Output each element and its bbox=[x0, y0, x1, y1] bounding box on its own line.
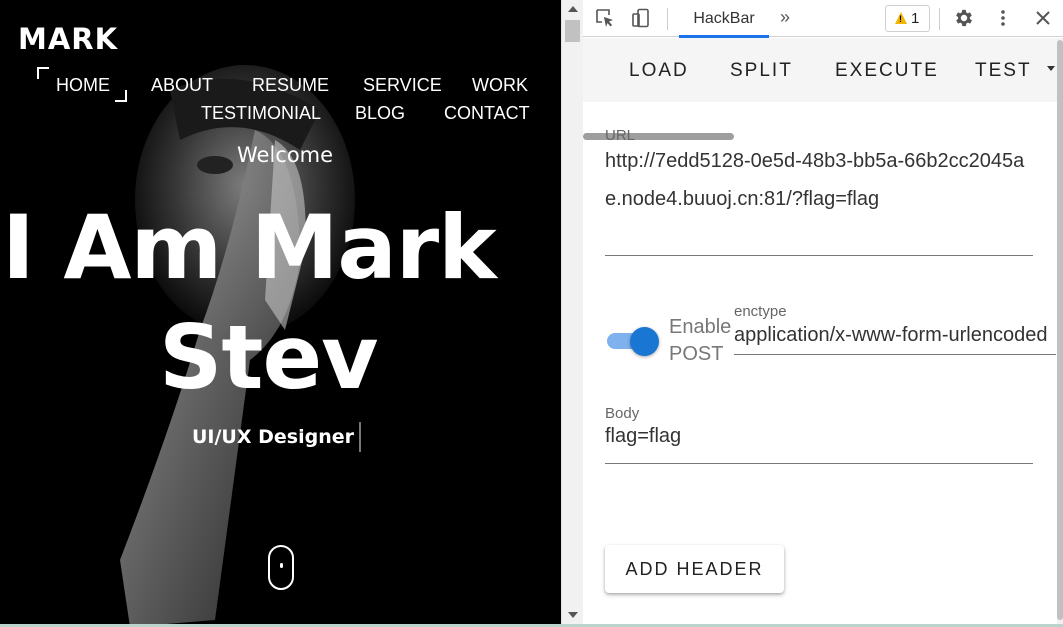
site-scrollbar[interactable] bbox=[561, 0, 583, 627]
nav-contact[interactable]: CONTACT bbox=[444, 103, 530, 124]
nav-resume[interactable]: RESUME bbox=[252, 75, 329, 96]
devtools-toolbar: HackBar » ! 1 bbox=[583, 0, 1063, 38]
typing-cursor bbox=[359, 422, 361, 452]
more-options-icon[interactable] bbox=[993, 8, 1013, 28]
inspect-element-icon[interactable] bbox=[595, 8, 615, 28]
url-input[interactable]: http://7edd5128-0e5d-48b3-bb5a-66b2cc204… bbox=[605, 142, 1035, 218]
body-input[interactable]: flag=flag bbox=[605, 425, 681, 448]
load-button[interactable]: LOAD bbox=[629, 60, 689, 82]
execute-button[interactable]: EXECUTE bbox=[835, 60, 939, 82]
device-toolbar-icon[interactable] bbox=[631, 8, 651, 28]
scroll-up-arrow-icon[interactable] bbox=[568, 6, 578, 12]
enable-post-toggle-knob[interactable] bbox=[630, 327, 659, 356]
enctype-select[interactable]: application/x-www-form-urlencoded bbox=[734, 324, 1056, 347]
toolbar-separator bbox=[939, 8, 940, 30]
hero-role-text: UI/UX Designer bbox=[192, 426, 354, 448]
nav-active-bracket-bottom-right bbox=[115, 90, 127, 102]
scrollbar-thumb[interactable] bbox=[565, 20, 580, 42]
warnings-badge[interactable]: ! 1 bbox=[885, 5, 930, 32]
nav-service[interactable]: SERVICE bbox=[363, 75, 442, 96]
split-button[interactable]: SPLIT bbox=[730, 60, 793, 82]
chevron-down-icon[interactable] bbox=[1047, 66, 1055, 71]
body-label: Body bbox=[605, 405, 640, 422]
nav-active-bracket-top-left bbox=[37, 67, 49, 79]
nav-work[interactable]: WORK bbox=[472, 75, 528, 96]
hero-welcome-text: Welcome bbox=[237, 143, 334, 167]
tab-hackbar[interactable]: HackBar bbox=[679, 0, 769, 38]
more-tabs-icon[interactable]: » bbox=[780, 7, 790, 28]
enctype-underline bbox=[734, 354, 1056, 355]
panel-scrollbar[interactable] bbox=[1057, 38, 1063, 627]
warning-count: 1 bbox=[911, 10, 920, 27]
scroll-down-arrow-icon[interactable] bbox=[568, 612, 578, 618]
hero-heading-line2: Stev bbox=[159, 306, 378, 409]
nav-blog[interactable]: BLOG bbox=[355, 103, 405, 124]
toolbar-separator bbox=[667, 8, 668, 30]
add-header-button[interactable]: ADD HEADER bbox=[605, 545, 784, 593]
body-underline bbox=[605, 463, 1033, 464]
url-underline bbox=[605, 255, 1033, 256]
nav-testimonial[interactable]: TESTIMONIAL bbox=[201, 103, 321, 124]
scroll-down-mouse-icon[interactable] bbox=[268, 545, 294, 590]
settings-icon[interactable] bbox=[953, 7, 975, 29]
enctype-label: enctype bbox=[734, 303, 787, 320]
nav-about[interactable]: ABOUT bbox=[151, 75, 213, 96]
nav-home[interactable]: HOME bbox=[56, 75, 110, 96]
hero-heading-line1: I Am Mark bbox=[2, 196, 497, 299]
devtools-panel: HackBar » ! 1 LOAD SPLIT EXECUTE TEST UR… bbox=[583, 0, 1063, 627]
website-viewport: MARK HOME ABOUT RESUME SERVICE WORK TEST… bbox=[0, 0, 561, 627]
hackbar-action-bar: LOAD SPLIT EXECUTE TEST bbox=[583, 38, 1060, 140]
enable-post-label: Enable POST bbox=[669, 316, 732, 365]
close-icon[interactable] bbox=[1033, 8, 1053, 28]
site-logo[interactable]: MARK bbox=[18, 22, 118, 56]
test-button[interactable]: TEST bbox=[975, 60, 1032, 82]
